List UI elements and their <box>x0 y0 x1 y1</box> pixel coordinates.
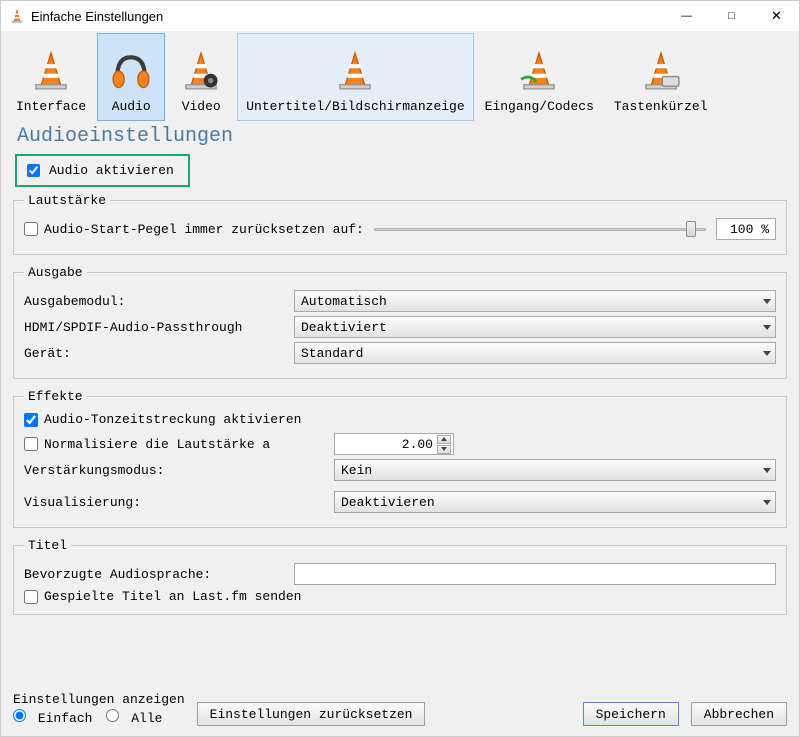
chevron-down-icon <box>763 500 771 505</box>
category-tabs: Interface Audio <box>1 31 799 121</box>
preferences-window: Einfache Einstellungen — □ ✕ Interface <box>0 0 800 737</box>
tab-label: Video <box>182 99 221 114</box>
lastfm-label: Gespielte Titel an Last.fm senden <box>44 589 301 604</box>
minimize-button[interactable]: — <box>664 1 709 31</box>
group-effects: Effekte Audio-Tonzeitstreckung aktiviere… <box>13 389 787 528</box>
device-select[interactable]: Standard <box>294 342 776 364</box>
volume-percent: 100 % <box>716 218 776 240</box>
page-title: Audioeinstellungen <box>13 121 787 154</box>
output-module-label: Ausgabemodul: <box>24 294 284 309</box>
close-button[interactable]: ✕ <box>754 1 799 31</box>
titlebar: Einfache Einstellungen — □ ✕ <box>1 1 799 31</box>
preferred-language-input[interactable] <box>294 563 776 585</box>
reset-settings-button[interactable]: Einstellungen zurücksetzen <box>197 702 426 726</box>
tab-audio[interactable]: Audio <box>97 33 165 121</box>
lastfm-checkbox[interactable] <box>24 590 38 604</box>
device-label: Gerät: <box>24 346 284 361</box>
tab-label: Untertitel/Bildschirmanzeige <box>246 99 464 114</box>
volume-reset-label: Audio-Start-Pegel immer zurücksetzen auf… <box>44 222 364 237</box>
app-icon <box>9 8 25 24</box>
tab-hotkeys[interactable]: Tastenkürzel <box>605 33 717 121</box>
chevron-down-icon <box>763 468 771 473</box>
spinner-value: 2.00 <box>402 437 433 452</box>
tab-label: Eingang/Codecs <box>485 99 594 114</box>
group-legend: Lautstärke <box>24 193 110 208</box>
gain-label: Verstärkungsmodus: <box>24 463 324 478</box>
save-button[interactable]: Speichern <box>583 702 679 726</box>
audio-settings-page: Audioeinstellungen Audio aktivieren Laut… <box>1 121 799 688</box>
group-legend: Effekte <box>24 389 87 404</box>
cone-icon <box>515 47 563 95</box>
chevron-down-icon <box>763 299 771 304</box>
visualization-select[interactable]: Deaktivieren <box>334 491 776 513</box>
normalize-label: Normalisiere die Lautstärke a <box>44 437 270 452</box>
tab-label: Audio <box>112 99 151 114</box>
gain-mode-select[interactable]: Kein <box>334 459 776 481</box>
chevron-down-icon <box>763 325 771 330</box>
timestretch-checkbox[interactable] <box>24 413 38 427</box>
radio-all-input[interactable] <box>106 709 119 722</box>
headphones-icon <box>107 47 155 95</box>
cancel-button[interactable]: Abbrechen <box>691 702 787 726</box>
enable-audio-row: Audio aktivieren <box>15 154 190 187</box>
group-titles: Titel Bevorzugte Audiosprache: Gespielte… <box>13 538 787 615</box>
show-settings-group: Einstellungen anzeigen Einfach Alle <box>13 692 185 726</box>
tab-video[interactable]: Video <box>167 33 235 121</box>
show-settings-legend: Einstellungen anzeigen <box>13 692 185 707</box>
radio-simple-input[interactable] <box>13 709 26 722</box>
normalize-checkbox[interactable] <box>24 437 38 451</box>
window-title: Einfache Einstellungen <box>31 9 664 24</box>
output-module-select[interactable]: Automatisch <box>294 290 776 312</box>
cone-icon <box>637 47 685 95</box>
preferred-language-label: Bevorzugte Audiosprache: <box>24 567 284 582</box>
cone-icon <box>27 47 75 95</box>
hdmi-spdif-label: HDMI/SPDIF-Audio-Passthrough <box>24 320 284 335</box>
enable-audio-label: Audio aktivieren <box>49 163 174 178</box>
tab-label: Tastenkürzel <box>614 99 708 114</box>
timestretch-label: Audio-Tonzeitstreckung aktivieren <box>44 412 301 427</box>
group-legend: Titel <box>24 538 71 553</box>
radio-simple[interactable]: Einfach <box>13 709 92 726</box>
spinner-up-icon[interactable] <box>437 435 451 444</box>
cone-icon <box>331 47 379 95</box>
select-value: Deaktivieren <box>341 495 435 510</box>
visualization-label: Visualisierung: <box>24 495 324 510</box>
bottom-bar: Einstellungen anzeigen Einfach Alle Eins… <box>1 688 799 736</box>
group-legend: Ausgabe <box>24 265 87 280</box>
enable-audio-checkbox[interactable] <box>27 164 40 177</box>
tab-subtitles[interactable]: Untertitel/Bildschirmanzeige <box>237 33 473 121</box>
volume-reset-checkbox[interactable] <box>24 222 38 236</box>
maximize-button[interactable]: □ <box>709 1 754 31</box>
group-output: Ausgabe Ausgabemodul: Automatisch HDMI/S… <box>13 265 787 379</box>
tab-input-codecs[interactable]: Eingang/Codecs <box>476 33 603 121</box>
tab-label: Interface <box>16 99 86 114</box>
hdmi-spdif-select[interactable]: Deaktiviert <box>294 316 776 338</box>
select-value: Automatisch <box>301 294 387 309</box>
radio-all[interactable]: Alle <box>106 709 162 726</box>
volume-slider[interactable] <box>374 218 706 240</box>
group-volume: Lautstärke Audio-Start-Pegel immer zurüc… <box>13 193 787 255</box>
spinner-down-icon[interactable] <box>437 445 451 454</box>
select-value: Kein <box>341 463 372 478</box>
cone-icon <box>177 47 225 95</box>
normalize-value-spinner[interactable]: 2.00 <box>334 433 454 455</box>
select-value: Standard <box>301 346 363 361</box>
chevron-down-icon <box>763 351 771 356</box>
select-value: Deaktiviert <box>301 320 387 335</box>
tab-interface[interactable]: Interface <box>7 33 95 121</box>
